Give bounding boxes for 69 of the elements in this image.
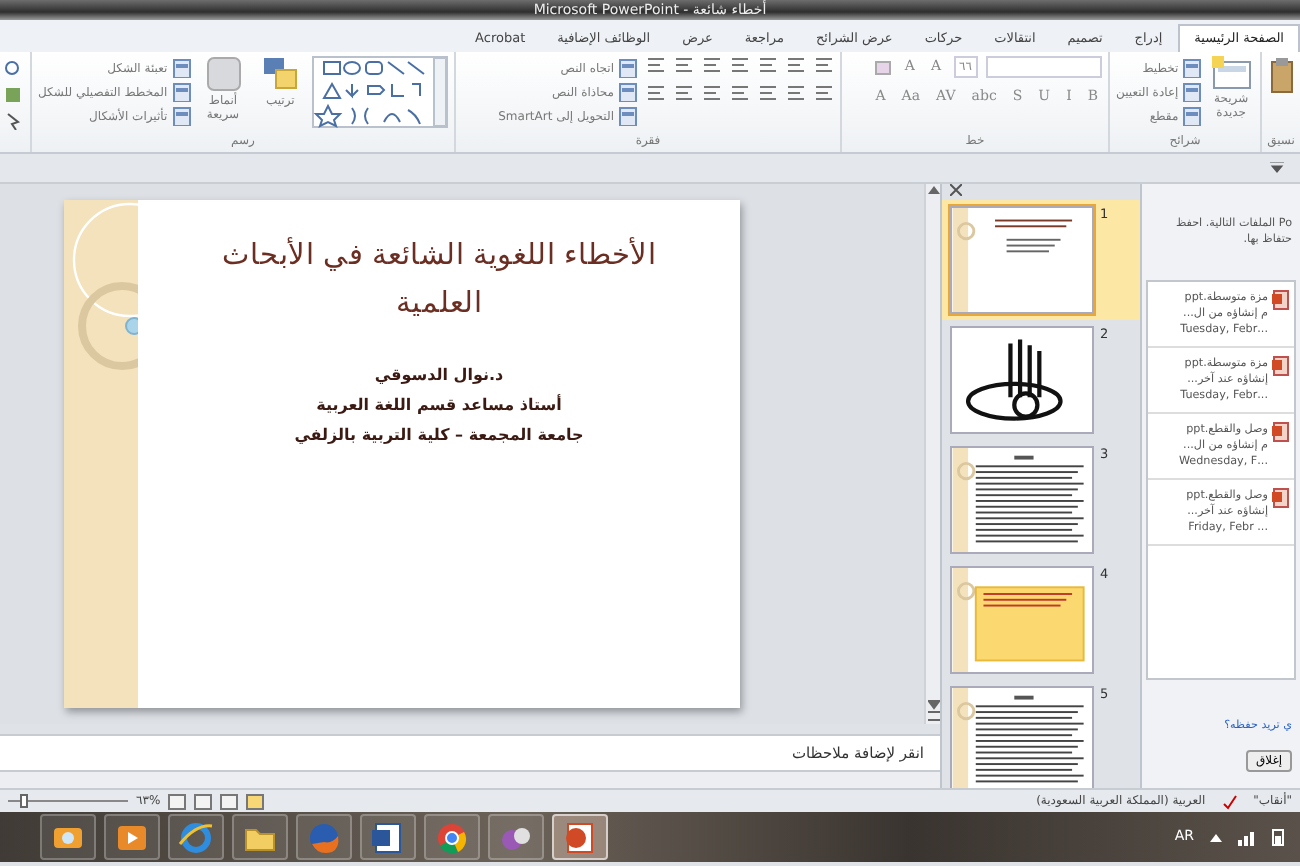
ppt-file-icon [1272,356,1290,376]
scrollbar[interactable] [924,184,940,724]
shapes-gallery[interactable] [312,56,448,128]
slide-thumbnail[interactable] [950,566,1094,674]
slide-thumbnail[interactable] [950,446,1094,554]
slide-title: الأخطاء اللغوية الشائعة في الأبحاث العلمية [219,235,659,324]
taskbar-app[interactable] [104,814,160,860]
taskbar-app[interactable] [424,814,480,860]
align-icon[interactable] [814,84,834,104]
list-icon[interactable] [786,56,806,76]
list-icon[interactable] [702,56,722,76]
horizontal-scrollbar[interactable] [0,772,940,788]
quick-styles-icon [205,56,241,92]
command-icon [171,106,192,126]
app-icon [178,819,214,855]
slide-subtitle-line: جامعة المجمعة – كلية التربية بالزلفي [294,424,584,448]
taskbar-app[interactable] [360,814,416,860]
command-icon [618,58,638,78]
align-icon[interactable] [730,84,750,104]
taskbar-app[interactable] [40,814,96,860]
command-icon [618,106,638,126]
align-icon[interactable] [786,84,806,104]
slide-subtitle-line: أستاذ مساعد قسم اللغة العربية [316,392,562,418]
ppt-file-icon [1272,422,1290,442]
paste-icon [1270,56,1294,96]
slideshow-icon[interactable] [168,793,187,809]
command-icon [1182,106,1203,126]
slider-thumb[interactable] [19,794,28,808]
taskbar-app[interactable] [488,814,544,860]
arrange-icon [262,56,299,92]
align-icon[interactable] [758,84,778,104]
slide-thumbnail[interactable] [950,206,1094,314]
reading-view-icon[interactable] [194,793,213,809]
align-icon[interactable] [674,84,694,104]
ppt-file-icon [1272,290,1290,310]
app-icon [306,819,342,855]
battery-icon[interactable] [1272,828,1284,846]
taskbar-app[interactable] [232,814,288,860]
ppt-file-icon [1272,488,1290,508]
font-name-field[interactable] [986,56,1102,78]
scroll-down-icon [927,700,939,724]
command-icon [618,82,638,102]
align-icon[interactable] [646,84,666,104]
list-icon[interactable] [758,56,778,76]
taskbar-app[interactable] [168,814,224,860]
command-icon [171,58,192,78]
list-icon[interactable] [646,56,666,76]
slide-thumbnail[interactable] [950,326,1094,434]
normal-view-icon[interactable] [246,793,265,809]
sorter-view-icon[interactable] [220,793,239,809]
network-icon[interactable] [1238,829,1256,845]
slide-icon [1211,56,1252,90]
app-icon [434,819,470,855]
close-icon[interactable] [950,184,962,196]
command-icon [1182,58,1203,78]
tray-arrow-icon[interactable] [1210,832,1222,842]
app-icon [562,819,598,855]
command-icon [171,82,192,102]
slide-thumbnail[interactable] [950,686,1094,788]
list-icon[interactable] [730,56,750,76]
taskbar-app[interactable] [552,814,608,860]
app-icon [370,819,406,855]
list-icon[interactable] [814,56,834,76]
spelling-icon[interactable] [1221,793,1238,809]
slide-subtitle-line: د.نوال الدسوقي [374,364,504,388]
align-icon[interactable] [702,84,722,104]
dropdown-icon[interactable] [1270,162,1284,174]
list-icon[interactable] [674,56,694,76]
command-icon [1182,82,1203,102]
